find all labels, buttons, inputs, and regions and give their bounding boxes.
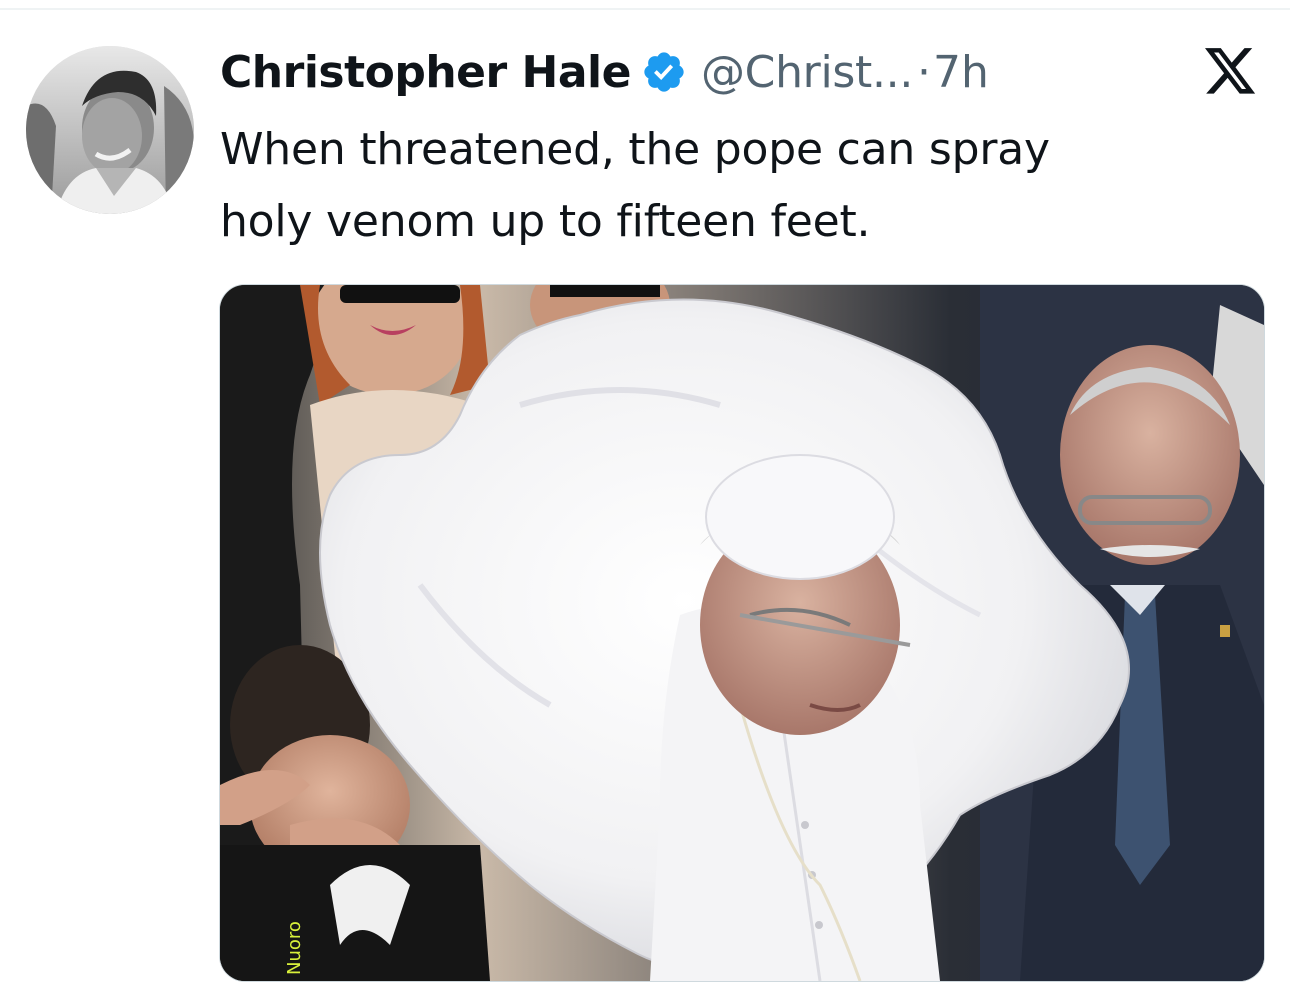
- shirt-text: Nuoro: [284, 921, 305, 975]
- tweet-timestamp[interactable]: 7h: [933, 47, 989, 98]
- verified-badge-icon: [641, 49, 687, 95]
- top-divider: [0, 8, 1290, 10]
- author-avatar[interactable]: [26, 46, 194, 214]
- author-display-name[interactable]: Christopher Hale: [220, 47, 631, 98]
- photo-icon: Nuoro: [220, 285, 1264, 981]
- tweet-text-line: When threatened, the pope can spray: [220, 124, 1050, 175]
- tweet-media-photo[interactable]: Nuoro: [219, 284, 1265, 982]
- tweet-header: Christopher Hale @Christ... · 7h: [220, 40, 989, 104]
- author-handle[interactable]: @Christ...: [701, 47, 913, 98]
- tweet-text-line: holy venom up to fifteen feet.: [220, 196, 871, 247]
- separator-dot: ·: [917, 46, 932, 98]
- tweet-text: When threatened, the pope can spray holy…: [220, 114, 1250, 258]
- avatar-photo-icon: [26, 46, 194, 214]
- x-logo-icon[interactable]: [1205, 48, 1257, 96]
